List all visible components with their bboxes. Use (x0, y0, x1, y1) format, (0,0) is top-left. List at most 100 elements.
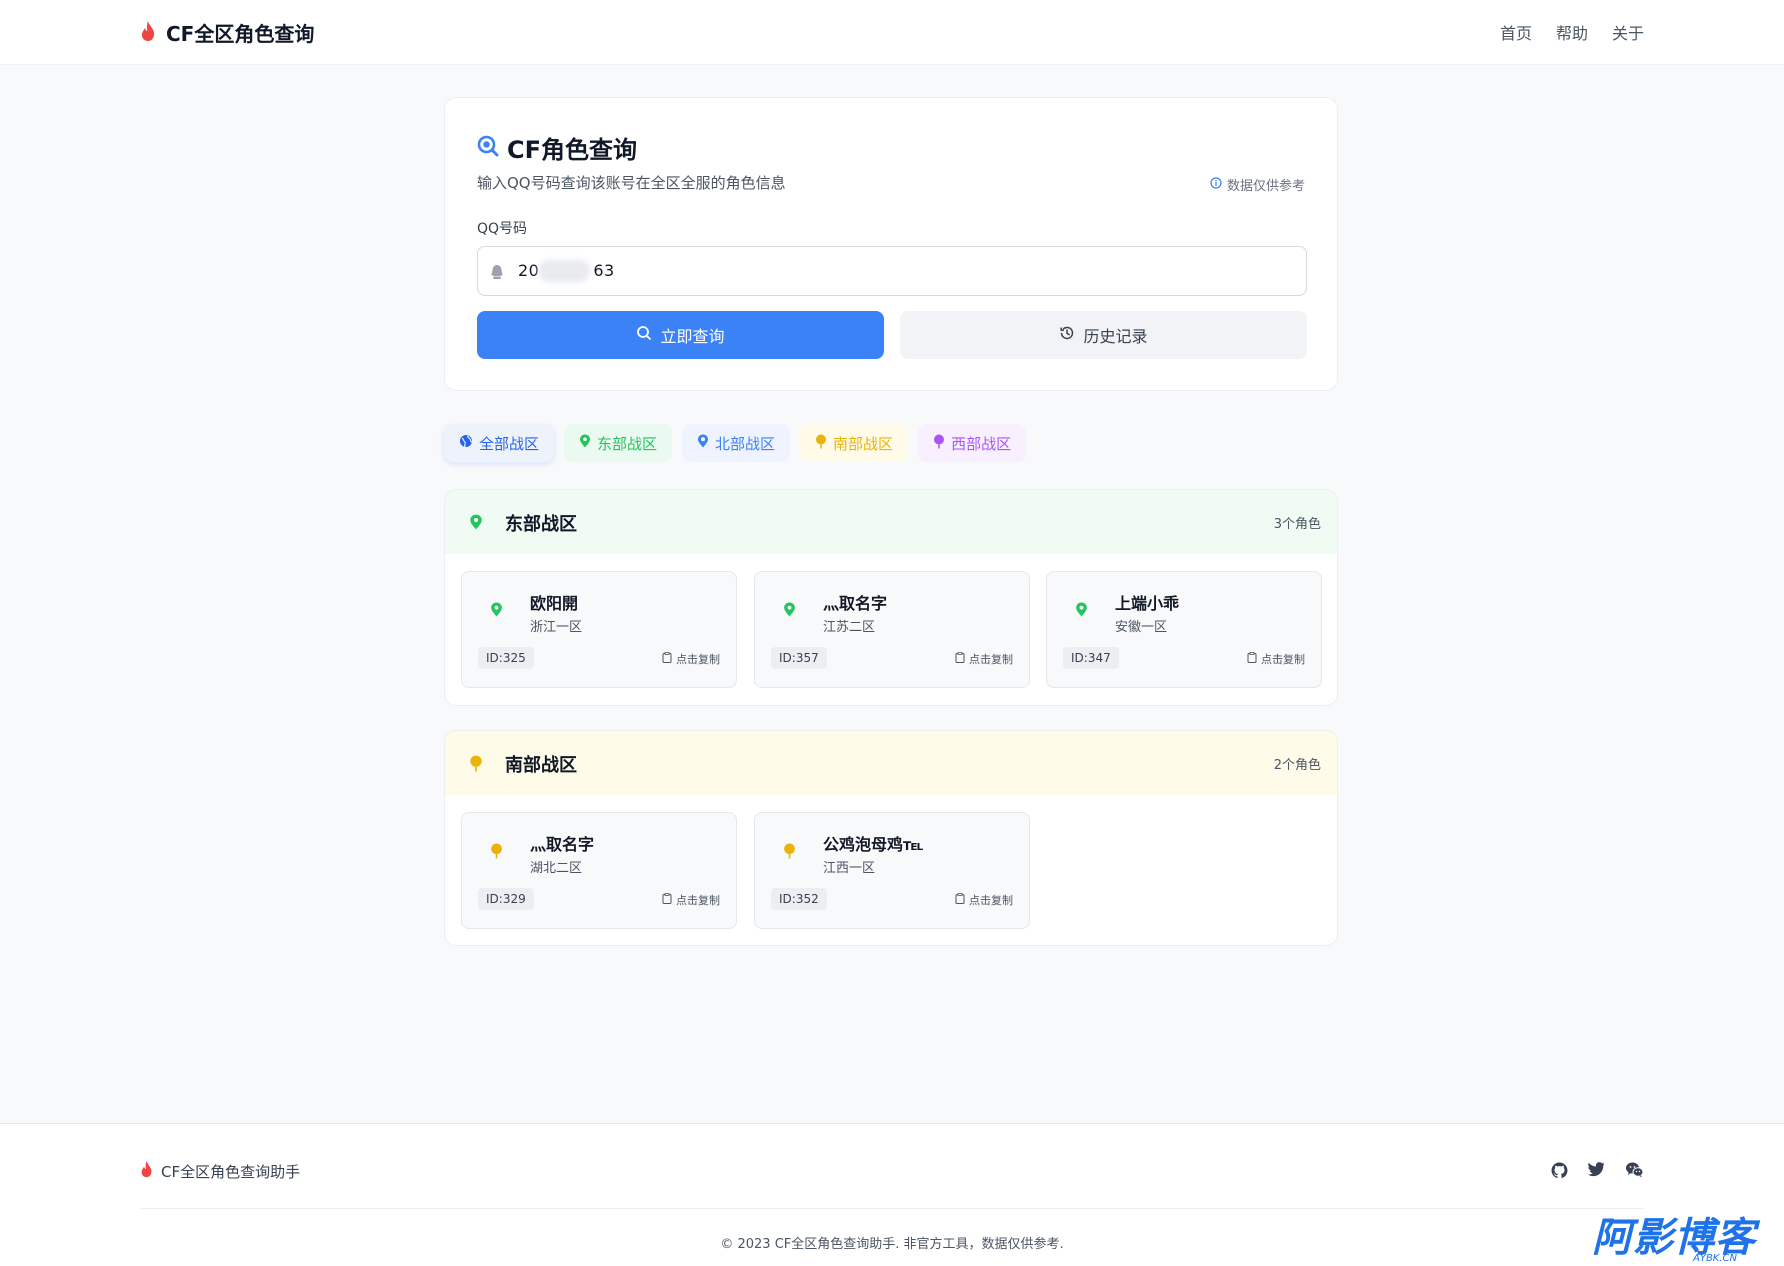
filter-west-label: 西部战区 (951, 434, 1012, 453)
clipboard-icon (955, 652, 965, 666)
copy-label: 点击复制 (676, 894, 720, 907)
github-icon[interactable] (1551, 1162, 1568, 1183)
role-card[interactable]: 公鸡泡母鸡℡ 江西一区 ID:352 点击复制 (754, 812, 1030, 929)
qq-value-end: 63 (593, 261, 615, 280)
role-name: 灬取名字 (530, 835, 595, 854)
filter-east[interactable]: 东部战区 (564, 424, 673, 462)
role-name: 欧阳開 (530, 594, 579, 613)
zone-section-south: 南部战区 2个角色 灬取名字 湖北二区 ID:329 点击复制 公鸡泡母鸡℡ 江… (444, 730, 1338, 946)
footer-brand: CF全区角色查询助手 (140, 1160, 300, 1182)
map-pin-icon (579, 434, 591, 452)
social-links (1551, 1162, 1644, 1183)
redaction-blur (538, 260, 590, 282)
zone-role-count: 2个角色 (1273, 758, 1321, 773)
history-icon (1059, 325, 1075, 345)
role-name: 上端小乖 (1115, 594, 1180, 613)
copy-label: 点击复制 (969, 894, 1013, 907)
data-note-text: 数据仅供参考 (1226, 179, 1305, 194)
history-button[interactable]: 历史记录 (900, 311, 1307, 359)
role-server: 安徽一区 (1115, 620, 1168, 635)
search-subtitle: 输入QQ号码查询该账号在全区全服的角色信息 (477, 174, 786, 192)
query-button[interactable]: 立即查询 (477, 311, 884, 359)
globe-icon (459, 434, 473, 452)
copy-label: 点击复制 (676, 653, 720, 666)
filter-east-label: 东部战区 (597, 434, 658, 453)
role-card[interactable]: 上端小乖 安徽一区 ID:347 点击复制 (1046, 571, 1322, 688)
search-card: CF角色查询 输入QQ号码查询该账号在全区全服的角色信息 数据仅供参考 QQ号码… (444, 97, 1338, 391)
copy-button[interactable]: 点击复制 (955, 651, 1013, 667)
qq-value-start: 20 (518, 261, 540, 280)
map-pin-icon (783, 602, 796, 621)
history-button-label: 历史记录 (1083, 327, 1148, 346)
role-card[interactable]: 灬取名字 江苏二区 ID:357 点击复制 (754, 571, 1030, 688)
data-note: 数据仅供参考 (1210, 175, 1305, 194)
flame-icon (140, 20, 156, 46)
map-pin-icon (1075, 602, 1088, 621)
role-card[interactable]: 灬取名字 湖北二区 ID:329 点击复制 (461, 812, 737, 929)
zone-name: 东部战区 (505, 514, 577, 535)
zone-name: 南部战区 (505, 755, 577, 776)
brand-title: CF全区角色查询 (166, 22, 315, 46)
role-card[interactable]: 欧阳開 浙江一区 ID:325 点击复制 (461, 571, 737, 688)
balloon-icon (783, 843, 796, 863)
flame-icon (140, 1160, 153, 1182)
clipboard-icon (662, 652, 672, 666)
footer-divider (140, 1208, 1644, 1209)
footer-brand-text: CF全区角色查询助手 (161, 1162, 301, 1181)
top-navbar: CF全区角色查询 首页 帮助 关于 (0, 0, 1784, 64)
filter-south-label: 南部战区 (833, 434, 894, 453)
filter-all-label: 全部战区 (479, 434, 540, 453)
role-id-badge: ID:347 (1063, 647, 1119, 669)
balloon-icon (815, 434, 827, 453)
clipboard-icon (662, 893, 672, 907)
copy-button[interactable]: 点击复制 (662, 651, 720, 667)
search-icon (636, 325, 652, 345)
role-server: 江苏二区 (823, 620, 876, 635)
nav-home[interactable]: 首页 (1500, 20, 1532, 44)
qq-field-label: QQ号码 (477, 221, 528, 237)
search-icon (477, 135, 499, 161)
query-button-label: 立即查询 (660, 327, 725, 346)
zone-section-east: 东部战区 3个角色 欧阳開 浙江一区 ID:325 点击复制 灬取名字 江苏二区… (444, 489, 1338, 706)
balloon-icon (469, 755, 483, 776)
balloon-icon (933, 434, 945, 453)
copy-button[interactable]: 点击复制 (955, 892, 1013, 908)
twitter-icon[interactable] (1587, 1162, 1605, 1183)
clipboard-icon (1247, 652, 1257, 666)
role-server: 浙江一区 (530, 620, 583, 635)
copy-button[interactable]: 点击复制 (1247, 651, 1305, 667)
role-name: 灬取名字 (823, 594, 888, 613)
role-server: 湖北二区 (530, 861, 583, 876)
filter-south[interactable]: 南部战区 (800, 424, 909, 462)
search-card-title: CF角色查询 (477, 130, 637, 165)
filter-north-label: 北部战区 (715, 434, 776, 453)
zone-header: 东部战区 3个角色 (445, 490, 1337, 554)
copy-button[interactable]: 点击复制 (662, 892, 720, 908)
role-id-badge: ID:352 (771, 888, 827, 910)
brand[interactable]: CF全区角色查询 (140, 18, 314, 47)
page-title: CF角色查询 (507, 136, 638, 164)
role-id-badge: ID:325 (478, 647, 534, 669)
qq-icon (490, 264, 504, 284)
copy-label: 点击复制 (1261, 653, 1305, 666)
qq-input[interactable]: 20 63 (477, 246, 1307, 296)
watermark-sub: AYBK.CN (1692, 1253, 1738, 1263)
footer: CF全区角色查询助手 © 2023 CF全区角色查询助手. 非官方工具，数据仅供… (0, 1123, 1784, 1266)
copyright: © 2023 CF全区角色查询助手. 非官方工具，数据仅供参考. (720, 1237, 1064, 1252)
top-nav: 首页 帮助 关于 (1500, 20, 1644, 44)
map-pin-icon (469, 514, 483, 534)
role-id-badge: ID:329 (478, 888, 534, 910)
filter-north[interactable]: 北部战区 (682, 424, 791, 462)
nav-about[interactable]: 关于 (1612, 20, 1644, 44)
filter-all[interactable]: 全部战区 (444, 424, 555, 462)
zone-filter-tabs: 全部战区 东部战区 北部战区 南部战区 西部战区 (444, 424, 1027, 462)
map-pin-icon (490, 602, 503, 621)
filter-west[interactable]: 西部战区 (918, 424, 1027, 462)
balloon-icon (490, 843, 503, 863)
copy-label: 点击复制 (969, 653, 1013, 666)
nav-help[interactable]: 帮助 (1556, 20, 1588, 44)
role-server: 江西一区 (823, 861, 876, 876)
role-name: 公鸡泡母鸡℡ (823, 835, 924, 854)
map-pin-icon (697, 434, 709, 452)
wechat-icon[interactable] (1625, 1162, 1644, 1183)
